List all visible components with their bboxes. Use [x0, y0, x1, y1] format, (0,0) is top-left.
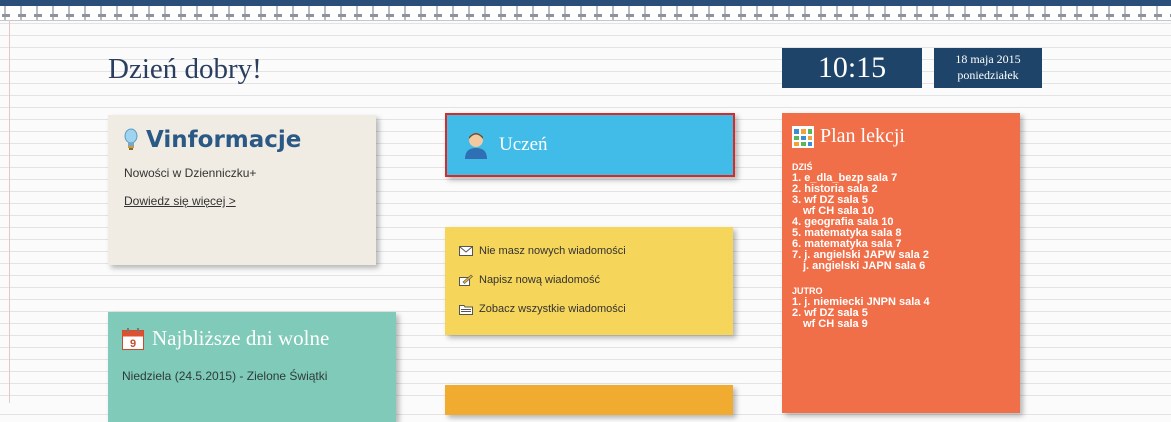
lesson-item: 3. wf DZ sala 5 wf CH sala 10 — [792, 194, 874, 217]
vinformacje-header: Vinformacje — [124, 127, 360, 153]
holidays-tile[interactable]: 9 Najbliższe dni wolne Niedziela (24.5.2… — [108, 312, 396, 422]
greeting-heading: Dzień dobry! — [108, 53, 262, 85]
lightbulb-icon — [124, 128, 138, 150]
message-label: Nie masz nowych wiadomości — [479, 244, 626, 257]
schedule-icon — [792, 125, 814, 148]
clock-time: 10:15 — [782, 48, 922, 88]
vinformacje-title: Vinformacje — [146, 127, 302, 153]
student-label: Uczeń — [499, 134, 548, 155]
lesson-plan-tile[interactable]: Plan lekcji DZIŚ 1. e_dla_bezp sala 7 2.… — [782, 113, 1020, 413]
svg-text:9: 9 — [130, 338, 136, 350]
holidays-title: Najbliższe dni wolne — [152, 326, 330, 350]
margin-line — [9, 20, 10, 403]
folder-icon — [459, 304, 473, 315]
vinformacje-card: Vinformacje Nowości w Dzienniczku+ Dowie… — [108, 115, 376, 265]
student-avatar-icon — [465, 133, 487, 159]
message-label: Napisz nową wiadomość — [479, 273, 601, 286]
calendar-icon: 9 — [122, 327, 144, 350]
notebook-rings — [0, 6, 1171, 21]
weekday-text: poniedziałek — [957, 68, 1019, 82]
no-new-messages-item[interactable]: Nie masz nowych wiadomości — [459, 236, 719, 265]
write-message-icon — [459, 274, 473, 286]
orange-tile[interactable] — [445, 385, 733, 415]
holidays-header: 9 Najbliższe dni wolne — [122, 326, 382, 351]
holiday-entry: Niedziela (24.5.2015) - Zielone Świątki — [122, 369, 328, 383]
lesson-item: 7. j. angielski JAPW sala 2 j. angielski … — [792, 249, 929, 272]
date-box: 18 maja 2015 poniedziałek — [934, 48, 1042, 88]
message-label: Zobacz wszystkie wiadomości — [479, 302, 626, 315]
lesson-item: 2. wf DZ sala 5 wf CH sala 9 — [792, 307, 868, 330]
lesson-plan-title: Plan lekcji — [820, 125, 905, 147]
messages-tile: Nie masz nowych wiadomości Napisz nową w… — [445, 227, 733, 335]
envelope-icon — [459, 245, 473, 256]
write-message-item[interactable]: Napisz nową wiadomość — [459, 265, 719, 294]
learn-more-link[interactable]: Dowiedz się więcej > — [124, 194, 236, 208]
all-messages-item[interactable]: Zobacz wszystkie wiadomości — [459, 294, 719, 323]
student-tile[interactable]: Uczeń — [445, 113, 735, 177]
date-text: 18 maja 2015 — [955, 52, 1021, 66]
vinformacje-description: Nowości w Dzienniczku+ — [124, 166, 257, 180]
lesson-plan-header: Plan lekcji — [792, 125, 1010, 148]
